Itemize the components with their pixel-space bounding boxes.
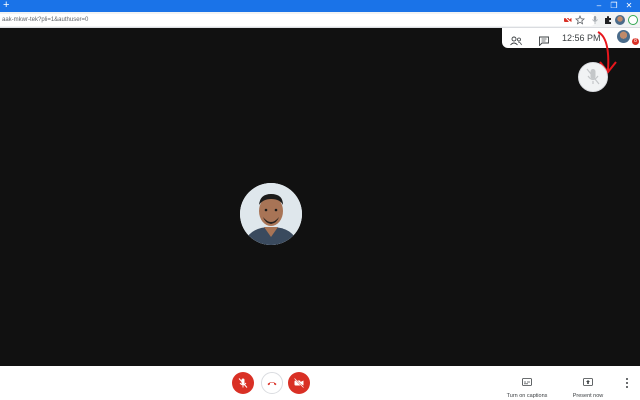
camera-blocked-icon[interactable] [563,15,573,25]
extensions-icon[interactable] [603,15,613,25]
mic-extension-icon[interactable] [590,15,600,25]
minimize-button[interactable]: – [592,0,606,12]
leave-call-button[interactable] [261,372,283,394]
star-icon[interactable] [575,14,585,25]
address-bar[interactable]: aak-mkwr-tek?pli=1&authuser=0 [0,14,596,26]
more-options-icon [626,378,628,388]
url-text: aak-mkwr-tek?pli=1&authuser=0 [2,17,89,23]
participant-avatar [240,183,302,245]
notification-badge: 8 [632,38,639,45]
present-now-button[interactable]: Present now [558,373,618,399]
muted-mic-icon [586,68,600,85]
more-options-button[interactable] [622,375,632,391]
people-icon[interactable] [510,33,522,46]
mic-off-icon [238,378,248,388]
sync-status-icon[interactable] [628,15,638,25]
meeting-controls-bar: Turn on captions Present now [0,366,640,400]
maximize-button[interactable]: ❐ [607,0,621,12]
captions-icon [522,378,532,386]
browser-tab-strip: + – ❐ ✕ [0,0,640,12]
camera-off-icon [294,378,304,388]
toggle-mic-button[interactable] [232,372,254,394]
hang-up-icon [267,382,277,386]
toggle-camera-button[interactable] [288,372,310,394]
chat-icon[interactable] [538,33,550,47]
captions-label: Turn on captions [506,393,548,399]
muted-mic-indicator[interactable] [578,62,608,92]
present-icon [583,378,593,386]
browser-toolbar: aak-mkwr-tek?pli=1&authuser=0 [0,12,640,28]
captions-button[interactable]: Turn on captions [497,373,557,399]
profile-avatar-icon[interactable] [615,15,625,25]
new-tab-button[interactable]: + [3,0,13,11]
present-label: Present now [572,393,604,399]
close-button[interactable]: ✕ [622,0,636,12]
